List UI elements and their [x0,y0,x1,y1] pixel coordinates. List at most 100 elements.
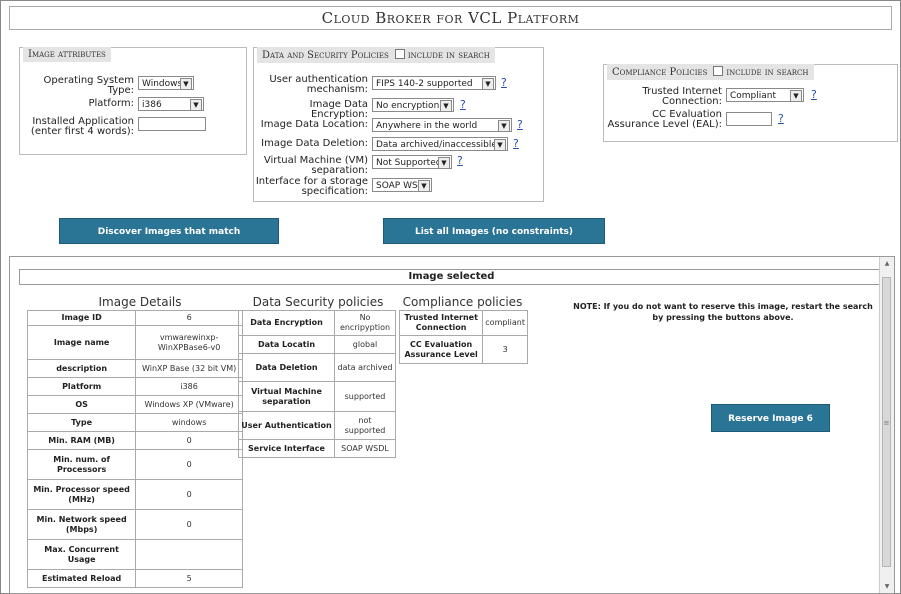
list-all-images-button[interactable]: List all Images (no constraints) [383,218,605,244]
row-value: 0 [135,449,243,480]
platform-label: Platform: [88,98,134,109]
row-label: Trusted Internet Connection [398,310,484,336]
table-row: Data Locatin global [237,335,396,354]
table-row: description WinXP Base (32 bit VM) [26,359,243,378]
scroll-up-icon[interactable]: ▲ [880,260,894,267]
field-label: Interface for a storage specification: [255,176,368,197]
encryption-select[interactable]: No encryption ▼ [372,98,454,112]
chevron-down-icon: ▼ [440,100,452,111]
image-attributes-panel: Image attributes Operating System Type: … [19,47,247,155]
help-link[interactable]: ? [460,99,466,111]
table-row: Type windows [26,413,243,432]
include-checkbox[interactable] [394,49,405,59]
compliance-policies-table: Trusted Internet Connection compliant CC E… [398,310,528,364]
page-title: Cloud Broker for VCL Platform [9,6,892,30]
row-label: Min. Network speed (Mbps) [26,509,137,540]
row-value: data archived [334,353,396,382]
row-label: Image name [26,325,137,360]
scroll-down-icon[interactable]: ▼ [880,583,894,590]
os-type-label: Operating System Type: [43,75,134,96]
row-value: Windows XP (VMware) [135,395,243,414]
data-security-panel: Data and Security Policies include in sea… [253,47,544,202]
row-label: CC Evaluation Assurance Level [398,335,484,364]
row-label: Min. num. of Processors [26,449,137,480]
table-row: CC Evaluation Assurance Level 3 [398,335,528,364]
table-row: OS Windows XP (VMware) [26,395,243,414]
row-label: Data Encryption [237,310,336,336]
table-row: Max. Concurrent Usage [26,539,243,570]
help-link[interactable]: ? [501,77,507,89]
chevron-down-icon: ▼ [438,157,450,168]
scrollbar[interactable]: ▲ ≡ ▼ [879,257,894,593]
row-value: 6 [135,310,243,326]
row-value: windows [135,413,243,432]
compliance-legend: Compliance Policies include in search [607,64,814,80]
help-link[interactable]: ? [457,155,463,167]
row-value: compliant [482,310,528,336]
installed-app-input[interactable] [138,117,206,131]
row-label: Platform [26,377,137,396]
help-link[interactable]: ? [811,89,817,101]
table-row: Min. num. of Processors 0 [26,449,243,480]
user-auth-select[interactable]: FIPS 140-2 supported ▼ [372,76,496,90]
chevron-down-icon: ▼ [180,78,192,89]
row-value: 3 [482,335,528,364]
row-label: description [26,359,137,378]
help-link[interactable]: ? [778,113,784,125]
security-policies-table: Data Encryption No encripyption Data Locat… [237,310,396,458]
deletion-select[interactable]: Data archived/inaccessible ▼ [372,137,508,151]
field-label: Image Data Location: [260,119,368,130]
row-value: vmwarewinxp-WinXPBase6-v0 [135,325,243,360]
table-row: Estimated Reload 5 [26,569,243,588]
chevron-down-icon: ▼ [190,99,202,110]
location-select[interactable]: Anywhere in the world ▼ [372,118,512,132]
installed-app-label: Installed Application (enter first 4 wor… [30,116,134,137]
field-label: CC Evaluation Assurance Level (EAL): [607,109,722,130]
table-row: Image ID 6 [26,310,243,326]
row-label: User Authentication [237,411,336,440]
compliance-policies-title: Compliance policies [402,295,523,309]
compliance-panel: Compliance Policies include in search Tru… [603,64,898,142]
chevron-down-icon: ▼ [482,78,494,89]
eal-input[interactable] [726,112,772,126]
row-label: Service Interface [237,439,336,458]
row-value: i386 [135,377,243,396]
field-label: Image Data Encryption: [309,99,368,120]
reserve-image-button[interactable]: Reserve Image 6 [711,404,830,432]
chevron-down-icon: ▼ [494,139,506,150]
include-checkbox[interactable] [713,66,724,76]
row-value: WinXP Base (32 bit VM) [135,359,243,378]
row-label: Data Locatin [237,335,336,354]
row-value: SOAP WSDL [334,439,396,458]
help-link[interactable]: ? [517,119,523,131]
platform-select[interactable]: i386 ▼ [138,97,204,111]
chevron-down-icon: ▼ [790,90,802,101]
row-value: 0 [135,509,243,540]
discover-images-button[interactable]: Discover Images that match [59,218,279,244]
grip-icon: ≡ [883,419,890,427]
row-value: 0 [135,479,243,510]
field-label: Virtual Machine (VM) separation: [263,155,368,176]
table-row: User Authentication not supported [237,411,396,440]
data-security-legend: Data and Security Policies include in sea… [257,47,495,63]
row-value: 5 [135,569,243,588]
table-row: Min. Processor speed (MHz) 0 [26,479,243,510]
row-label: Max. Concurrent Usage [26,539,137,570]
os-type-select[interactable]: Windows ▼ [138,76,194,90]
row-value: not supported [334,411,396,440]
row-value: 0 [135,431,243,450]
chevron-down-icon: ▼ [498,120,510,131]
table-row: Image name vmwarewinxp-WinXPBase6-v0 [26,325,243,360]
help-link[interactable]: ? [513,138,519,150]
storage-interface-select[interactable]: SOAP WSDL ▼ [372,178,432,192]
vm-separation-select[interactable]: Not Supported ▼ [372,155,452,169]
image-attributes-legend: Image attributes [23,47,111,62]
table-row: Min. Network speed (Mbps) 0 [26,509,243,540]
field-label: Image Data Deletion: [261,138,368,149]
row-label: Type [26,413,137,432]
table-row: Platform i386 [26,377,243,396]
chevron-down-icon: ▼ [418,180,430,191]
row-value: global [334,335,396,354]
trusted-connection-select[interactable]: Compliant ▼ [726,88,804,102]
row-value [135,539,243,570]
